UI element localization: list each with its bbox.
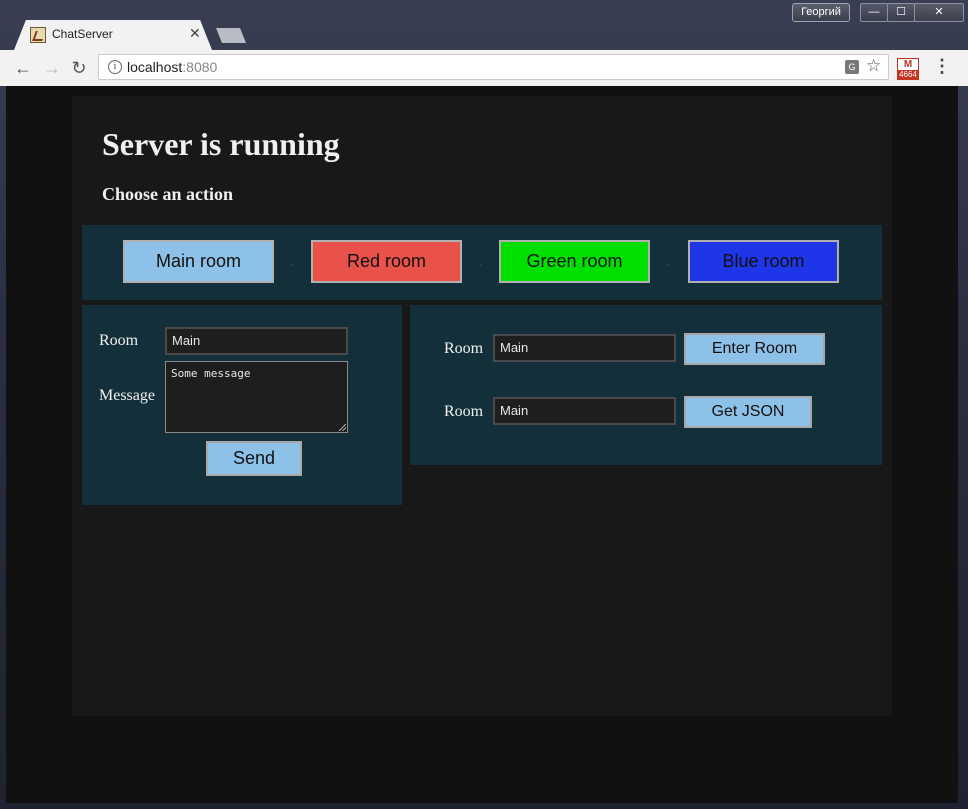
browser-menu-icon[interactable]: ⋮ xyxy=(933,56,951,77)
tab-title: ChatServer xyxy=(52,27,113,41)
json-room-input[interactable]: Main xyxy=(493,397,676,425)
message-text: Some message xyxy=(171,367,251,380)
profile-button[interactable]: Георгий xyxy=(792,3,850,22)
close-window-icon[interactable]: ✕ xyxy=(914,3,964,22)
url-host: localhost xyxy=(127,59,183,75)
separator: - xyxy=(479,260,483,271)
page-viewport: Server is running Choose an action Main … xyxy=(6,86,958,803)
json-room-label: Room xyxy=(444,403,484,420)
minimize-icon[interactable]: — xyxy=(860,3,888,22)
resize-grip-icon[interactable] xyxy=(339,424,346,431)
enter-room-input[interactable]: Main xyxy=(493,334,676,362)
room-input[interactable]: Main xyxy=(165,327,348,355)
enter-room-button[interactable]: Enter Room xyxy=(684,333,825,365)
room-bar: Main room - Red room - Green room - Blue… xyxy=(82,225,882,300)
room-actions-panel: Room Main Enter Room Room Main Get JSON xyxy=(410,305,882,465)
main-room-button[interactable]: Main room xyxy=(123,240,274,283)
separator: - xyxy=(667,260,671,271)
reload-icon[interactable]: ↻ xyxy=(68,57,90,79)
url-port: :8080 xyxy=(182,59,218,75)
blue-room-button[interactable]: Blue room xyxy=(688,240,839,283)
url-text[interactable]: localhost:8080 xyxy=(127,59,217,75)
page-container: Server is running Choose an action Main … xyxy=(72,96,892,716)
maximize-icon[interactable]: ☐ xyxy=(887,3,915,22)
tab-close-icon[interactable]: ✕ xyxy=(189,25,201,42)
bookmark-star-icon[interactable]: ☆ xyxy=(866,56,881,76)
page-subtitle: Choose an action xyxy=(102,184,234,204)
separator: - xyxy=(290,260,294,271)
red-room-button[interactable]: Red room xyxy=(311,240,462,283)
gmail-unread-count: 4664 xyxy=(897,70,919,80)
green-room-button[interactable]: Green room xyxy=(499,240,650,283)
favicon-icon xyxy=(30,27,46,43)
info-icon[interactable]: i xyxy=(108,60,122,74)
enter-room-label: Room xyxy=(444,340,484,357)
message-label: Message xyxy=(99,387,155,404)
message-textarea[interactable]: Some message xyxy=(165,361,348,433)
new-tab-button[interactable] xyxy=(216,28,246,43)
gmail-extension-icon[interactable]: M 4664 xyxy=(897,58,919,80)
forward-arrow-icon[interactable]: → xyxy=(41,57,63,79)
room-label: Room xyxy=(99,332,139,349)
get-json-button[interactable]: Get JSON xyxy=(684,396,812,428)
translate-icon[interactable]: G xyxy=(845,60,859,74)
send-message-panel: Room Main Message Some message Send xyxy=(82,305,402,505)
send-button[interactable]: Send xyxy=(206,441,302,476)
page-title: Server is running xyxy=(102,126,340,162)
back-arrow-icon[interactable]: ← xyxy=(12,57,34,79)
